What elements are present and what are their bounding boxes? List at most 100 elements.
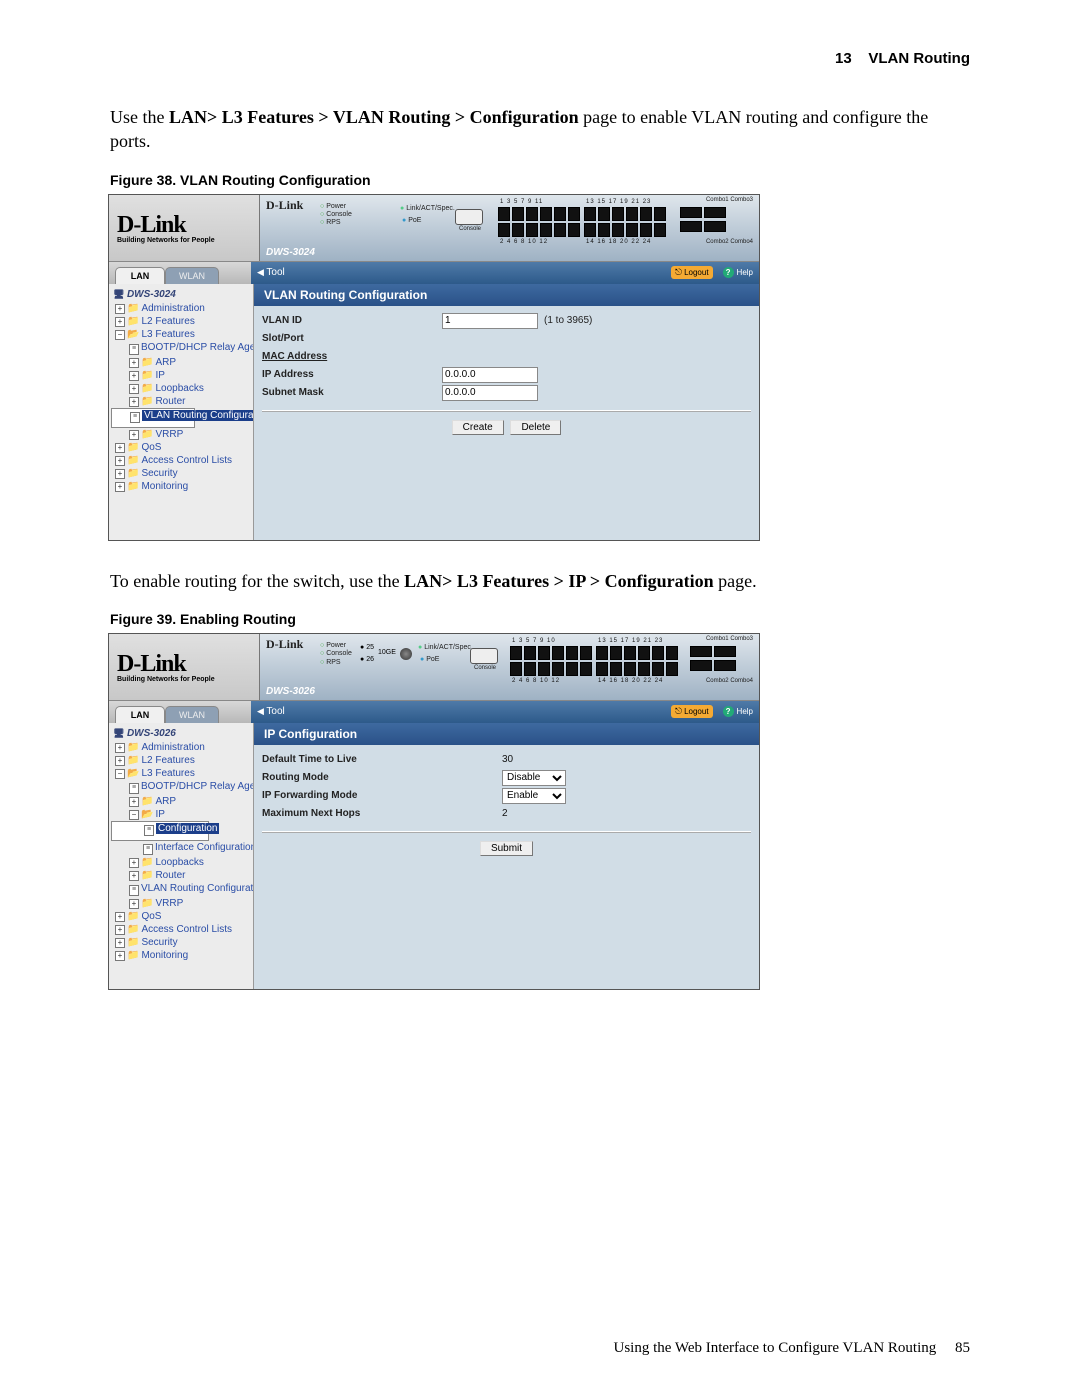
tab-lan[interactable]: LAN bbox=[115, 267, 165, 284]
nav-qos[interactable]: +📁QoS bbox=[111, 441, 253, 454]
para2-pre: To enable routing for the switch, use th… bbox=[110, 571, 404, 591]
form-separator-2 bbox=[262, 831, 751, 833]
help-button[interactable]: Help bbox=[723, 267, 753, 278]
panel-model-2: DWS-3026 bbox=[266, 686, 315, 697]
nav-qos-2[interactable]: +📁QoS bbox=[111, 910, 253, 923]
input-subnet-mask[interactable] bbox=[442, 385, 538, 401]
tool-bar: Tool Logout Help bbox=[251, 262, 759, 284]
nav-vlan-routing-config[interactable]: ≡VLAN Routing Configurati bbox=[111, 408, 195, 428]
device-banner: D-Link Building Networks for People D-Li… bbox=[109, 195, 759, 262]
help-button-2[interactable]: Help bbox=[723, 706, 753, 717]
port-numbers-odd-1b: 1 3 5 7 9 10 bbox=[512, 638, 556, 644]
nav-administration-2[interactable]: +📁Administration bbox=[111, 741, 253, 754]
delete-button[interactable]: Delete bbox=[510, 420, 561, 435]
tab-wlan[interactable]: WLAN bbox=[165, 267, 219, 284]
nav-ip-configuration[interactable]: ≡Configuration bbox=[111, 821, 209, 841]
port-block-1d bbox=[510, 662, 592, 676]
label-mac-address: MAC Address bbox=[262, 351, 442, 362]
chapter-number: 13 bbox=[835, 50, 852, 67]
brand-tagline: Building Networks for People bbox=[117, 237, 259, 244]
logo-box-2: D-Link Building Networks for People bbox=[109, 634, 259, 700]
console-port-icon-2 bbox=[470, 648, 498, 664]
nav-vlan-routing-config-2[interactable]: ≡VLAN Routing Configurati bbox=[111, 882, 253, 897]
status-leds: Power Console RPS bbox=[320, 203, 352, 228]
fan-icon bbox=[400, 648, 412, 660]
logout-button[interactable]: Logout bbox=[671, 266, 713, 279]
nav-monitoring-2[interactable]: +📁Monitoring bbox=[111, 949, 253, 962]
nav-acl[interactable]: +📁Access Control Lists bbox=[111, 454, 253, 467]
page-footer: Using the Web Interface to Configure VLA… bbox=[613, 1340, 970, 1357]
nav-arp[interactable]: +📁ARP bbox=[111, 356, 253, 369]
nav-tree-2: DWS-3026 +📁Administration +📁L2 Features … bbox=[109, 723, 254, 990]
combo-port-block bbox=[680, 207, 726, 218]
row-subnet-mask: Subnet Mask bbox=[262, 384, 751, 402]
nav-l3[interactable]: −📂L3 Features bbox=[111, 328, 253, 341]
nav-monitoring[interactable]: +📁Monitoring bbox=[111, 480, 253, 493]
nav-ip[interactable]: +📁IP bbox=[111, 369, 253, 382]
select-ip-forwarding[interactable]: Enable bbox=[502, 788, 566, 804]
input-vlan-id[interactable] bbox=[442, 313, 538, 329]
tool-menu[interactable]: Tool bbox=[257, 267, 285, 278]
port-block-2 bbox=[584, 207, 666, 221]
nav-ip-2[interactable]: −📂IP bbox=[111, 808, 253, 821]
port-block-1b bbox=[498, 223, 580, 237]
label-max-next-hops: Maximum Next Hops bbox=[262, 808, 502, 819]
fig39-label: Figure 39. bbox=[110, 611, 176, 627]
create-button[interactable]: Create bbox=[452, 420, 504, 435]
nav-arp-2[interactable]: +📁ARP bbox=[111, 795, 253, 808]
combo-label-bottom: Combo2 Combo4 bbox=[706, 239, 753, 245]
port-numbers-odd-2: 13 15 17 19 21 23 bbox=[586, 199, 651, 205]
nav-vrrp[interactable]: +📁VRRP bbox=[111, 428, 253, 441]
input-ip-address[interactable] bbox=[442, 367, 538, 383]
submit-button[interactable]: Submit bbox=[480, 841, 533, 856]
nav-loopbacks-2[interactable]: +📁Loopbacks bbox=[111, 856, 253, 869]
nav-security-2[interactable]: +📁Security bbox=[111, 936, 253, 949]
combo-label-bottom-2: Combo2 Combo4 bbox=[706, 678, 753, 684]
content-title-2: IP Configuration bbox=[254, 723, 759, 745]
hint-vlan-id: (1 to 3965) bbox=[544, 315, 592, 326]
label-slot-port: Slot/Port bbox=[262, 333, 442, 344]
select-routing-mode[interactable]: Disable bbox=[502, 770, 566, 786]
console-port-icon bbox=[455, 209, 483, 225]
port-block-2d bbox=[596, 662, 678, 676]
row-ip-address: IP Address bbox=[262, 366, 751, 384]
intro-paragraph-2: To enable routing for the switch, use th… bbox=[110, 569, 970, 593]
device-panel: D-Link DWS-3024 Power Console RPS Link/A… bbox=[259, 195, 759, 261]
port-numbers-even-2: 14 16 18 20 22 24 bbox=[586, 239, 651, 245]
row-max-next-hops: Maximum Next Hops 2 bbox=[262, 805, 751, 823]
vlan-routing-form: VLAN ID (1 to 3965) Slot/Port MAC Addres… bbox=[254, 306, 759, 443]
nav-l3-2[interactable]: −📂L3 Features bbox=[111, 767, 253, 780]
nav-security[interactable]: +📁Security bbox=[111, 467, 253, 480]
tool-menu-2[interactable]: Tool bbox=[257, 706, 285, 717]
nav-bootp-2[interactable]: ≡BOOTP/DHCP Relay Agen bbox=[111, 780, 253, 795]
tab-lan-2[interactable]: LAN bbox=[115, 706, 165, 723]
intro-paragraph-1: Use the LAN> L3 Features > VLAN Routing … bbox=[110, 105, 970, 154]
port-numbers-even-2b: 14 16 18 20 22 24 bbox=[598, 678, 663, 684]
nav-router-2[interactable]: +📁Router bbox=[111, 869, 253, 882]
form-separator bbox=[262, 410, 751, 412]
panel-brand-2: D-Link bbox=[266, 637, 303, 652]
tab-wlan-2[interactable]: WLAN bbox=[165, 706, 219, 723]
nav-router[interactable]: +📁Router bbox=[111, 395, 253, 408]
nav-vrrp-2[interactable]: +📁VRRP bbox=[111, 897, 253, 910]
page-header: 13 VLAN Routing bbox=[110, 50, 970, 67]
nav-l2[interactable]: +📁L2 Features bbox=[111, 315, 253, 328]
nav-administration[interactable]: +📁Administration bbox=[111, 302, 253, 315]
para1-pre: Use the bbox=[110, 107, 169, 127]
nav-ip-interface-configuration[interactable]: ≡Interface Configuration bbox=[111, 841, 253, 856]
nav-device-2[interactable]: DWS-3026 bbox=[113, 728, 253, 739]
port-numbers-odd-2b: 13 15 17 19 21 23 bbox=[598, 638, 663, 644]
label-vlan-id: VLAN ID bbox=[262, 315, 442, 326]
port-block-1c bbox=[510, 646, 592, 660]
content-pane: VLAN Routing Configuration VLAN ID (1 to… bbox=[254, 284, 759, 541]
combo-port-block-b bbox=[680, 221, 726, 232]
nav-bootp[interactable]: ≡BOOTP/DHCP Relay Agen bbox=[111, 341, 253, 356]
nav-l2-2[interactable]: +📁L2 Features bbox=[111, 754, 253, 767]
value-ttl: 30 bbox=[502, 754, 751, 765]
nav-acl-2[interactable]: +📁Access Control Lists bbox=[111, 923, 253, 936]
nav-loopbacks[interactable]: +📁Loopbacks bbox=[111, 382, 253, 395]
figure-38: D-Link Building Networks for People D-Li… bbox=[108, 194, 760, 541]
console-port-label: Console bbox=[459, 226, 481, 232]
nav-device[interactable]: DWS-3024 bbox=[113, 289, 253, 300]
logout-button-2[interactable]: Logout bbox=[671, 705, 713, 718]
